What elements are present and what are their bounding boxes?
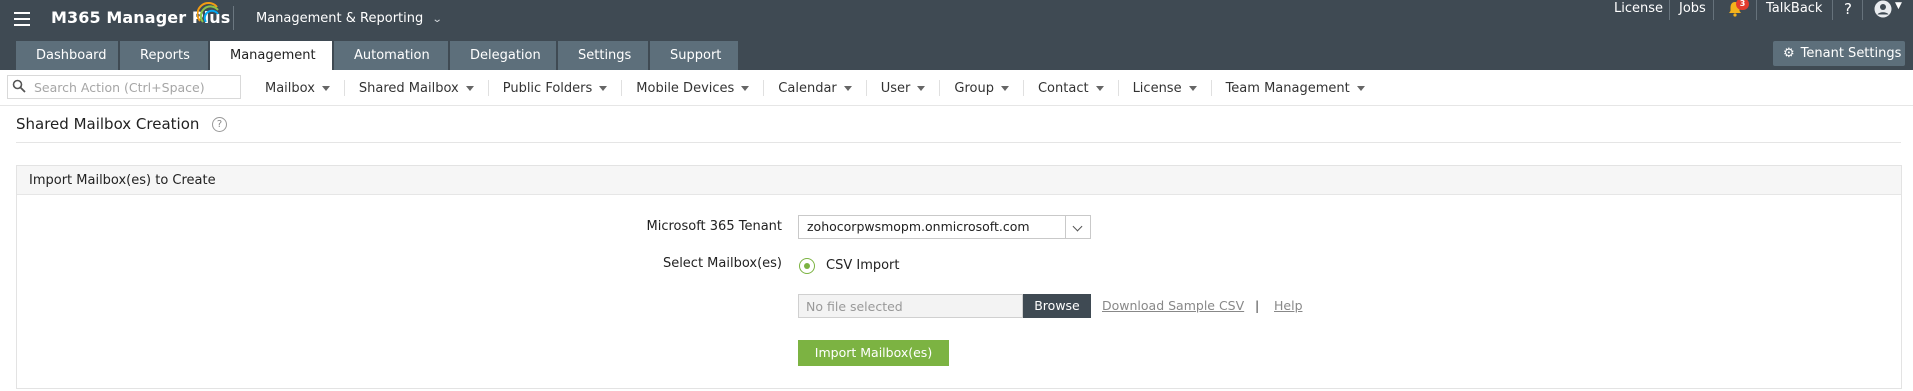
header-divider xyxy=(233,6,234,30)
caret-down-icon xyxy=(741,85,750,91)
caret-down-icon xyxy=(843,85,852,91)
search-input[interactable] xyxy=(34,78,234,96)
select-mailbox-label: Select Mailbox(es) xyxy=(662,256,782,271)
download-sample-csv-link[interactable]: Download Sample CSV xyxy=(1102,298,1244,313)
brand-logo-icon xyxy=(197,2,219,23)
caret-down-icon xyxy=(917,85,926,91)
jobs-link[interactable]: Jobs xyxy=(1679,1,1706,16)
menu-label: Calendar xyxy=(778,80,837,96)
action-bar: Mailbox Shared Mailbox Public Folders Mo… xyxy=(0,70,1913,106)
menu-label: Shared Mailbox xyxy=(358,80,459,96)
help-circle-icon[interactable]: ? xyxy=(212,117,227,132)
tenant-select[interactable]: zohocorpwsmopm.onmicrosoft.com xyxy=(798,215,1091,239)
caret-down-icon xyxy=(321,85,330,91)
menu-team-management[interactable]: Team Management xyxy=(1212,80,1379,96)
caret-down-icon xyxy=(1000,85,1009,91)
menu-label: Mailbox xyxy=(265,80,315,96)
browse-button[interactable]: Browse xyxy=(1023,294,1091,318)
caret-down-icon xyxy=(1188,85,1197,91)
menu-group[interactable]: Group xyxy=(940,80,1024,96)
gear-icon: ⚙ xyxy=(1783,46,1795,61)
menu-label: Team Management xyxy=(1225,80,1350,96)
menu-license[interactable]: License xyxy=(1119,80,1212,96)
product-switcher[interactable]: Management & Reporting ⌄ xyxy=(256,11,444,26)
link-separator: | xyxy=(1255,298,1260,313)
menu-label: User xyxy=(880,80,911,96)
header-divider xyxy=(1756,0,1757,20)
file-input[interactable]: No file selected xyxy=(798,294,1023,318)
menu-user[interactable]: User xyxy=(867,80,941,96)
caret-down-icon xyxy=(1356,85,1365,91)
menu-public-folders[interactable]: Public Folders xyxy=(489,80,623,96)
csv-import-label[interactable]: CSV Import xyxy=(826,258,900,273)
tab-reports[interactable]: Reports xyxy=(120,41,208,70)
notification-badge: 3 xyxy=(1736,0,1749,10)
file-input-placeholder: No file selected xyxy=(806,299,903,314)
header-divider xyxy=(1669,0,1670,20)
import-panel: Import Mailbox(es) to Create xyxy=(16,165,1902,389)
header-divider xyxy=(1862,0,1863,20)
menu-label: Contact xyxy=(1037,80,1089,96)
menu-shared-mailbox[interactable]: Shared Mailbox xyxy=(345,80,489,96)
tab-management[interactable]: Management xyxy=(210,41,332,70)
header-divider xyxy=(1832,0,1833,20)
caret-down-icon xyxy=(1095,85,1104,91)
tenant-label: Microsoft 365 Tenant xyxy=(646,219,782,234)
import-mailboxes-button[interactable]: Import Mailbox(es) xyxy=(798,340,949,366)
menu-label: Mobile Devices xyxy=(636,80,735,96)
caret-down-icon xyxy=(465,85,474,91)
menu-label: Public Folders xyxy=(502,80,593,96)
product-switcher-label: Management & Reporting xyxy=(256,11,424,26)
search-box[interactable] xyxy=(7,75,241,99)
caret-down-icon xyxy=(599,85,608,91)
tenant-settings-label: Tenant Settings xyxy=(1800,46,1902,61)
tab-settings[interactable]: Settings xyxy=(558,41,648,70)
header-divider xyxy=(1713,0,1714,20)
panel-heading: Import Mailbox(es) to Create xyxy=(17,166,1901,195)
menu-calendar[interactable]: Calendar xyxy=(764,80,867,96)
chevron-down-icon[interactable]: ▼ xyxy=(1895,1,1902,11)
tenant-settings-button[interactable]: ⚙ Tenant Settings xyxy=(1773,41,1905,66)
license-link[interactable]: License xyxy=(1614,1,1663,16)
hamburger-menu-icon[interactable] xyxy=(14,12,30,26)
top-header: M365 Manager Plus Management & Reporting… xyxy=(0,0,1913,70)
chevron-down-icon[interactable] xyxy=(1065,216,1090,238)
chevron-down-icon: ⌄ xyxy=(432,14,444,25)
menu-mailbox[interactable]: Mailbox xyxy=(251,80,345,96)
menu-label: Group xyxy=(954,80,994,96)
talkback-link[interactable]: TalkBack xyxy=(1766,1,1822,16)
tab-dashboard[interactable]: Dashboard xyxy=(16,41,118,70)
tenant-select-value: zohocorpwsmopm.onmicrosoft.com xyxy=(807,219,1030,234)
main-tabs: Dashboard Reports Management Automation … xyxy=(16,41,738,70)
action-menus: Mailbox Shared Mailbox Public Folders Mo… xyxy=(251,70,1379,106)
help-question-icon[interactable]: ? xyxy=(1844,0,1852,18)
search-icon xyxy=(12,79,26,93)
help-link[interactable]: Help xyxy=(1274,298,1303,313)
csv-import-radio[interactable] xyxy=(799,258,815,274)
tab-support[interactable]: Support xyxy=(650,41,738,70)
user-avatar-icon[interactable] xyxy=(1874,0,1892,18)
page-title: Shared Mailbox Creation xyxy=(16,115,200,133)
divider xyxy=(16,142,1901,143)
menu-contact[interactable]: Contact xyxy=(1024,80,1119,96)
tab-delegation[interactable]: Delegation xyxy=(450,41,556,70)
menu-label: License xyxy=(1132,80,1182,96)
tab-automation[interactable]: Automation xyxy=(334,41,448,70)
menu-mobile-devices[interactable]: Mobile Devices xyxy=(622,80,765,96)
